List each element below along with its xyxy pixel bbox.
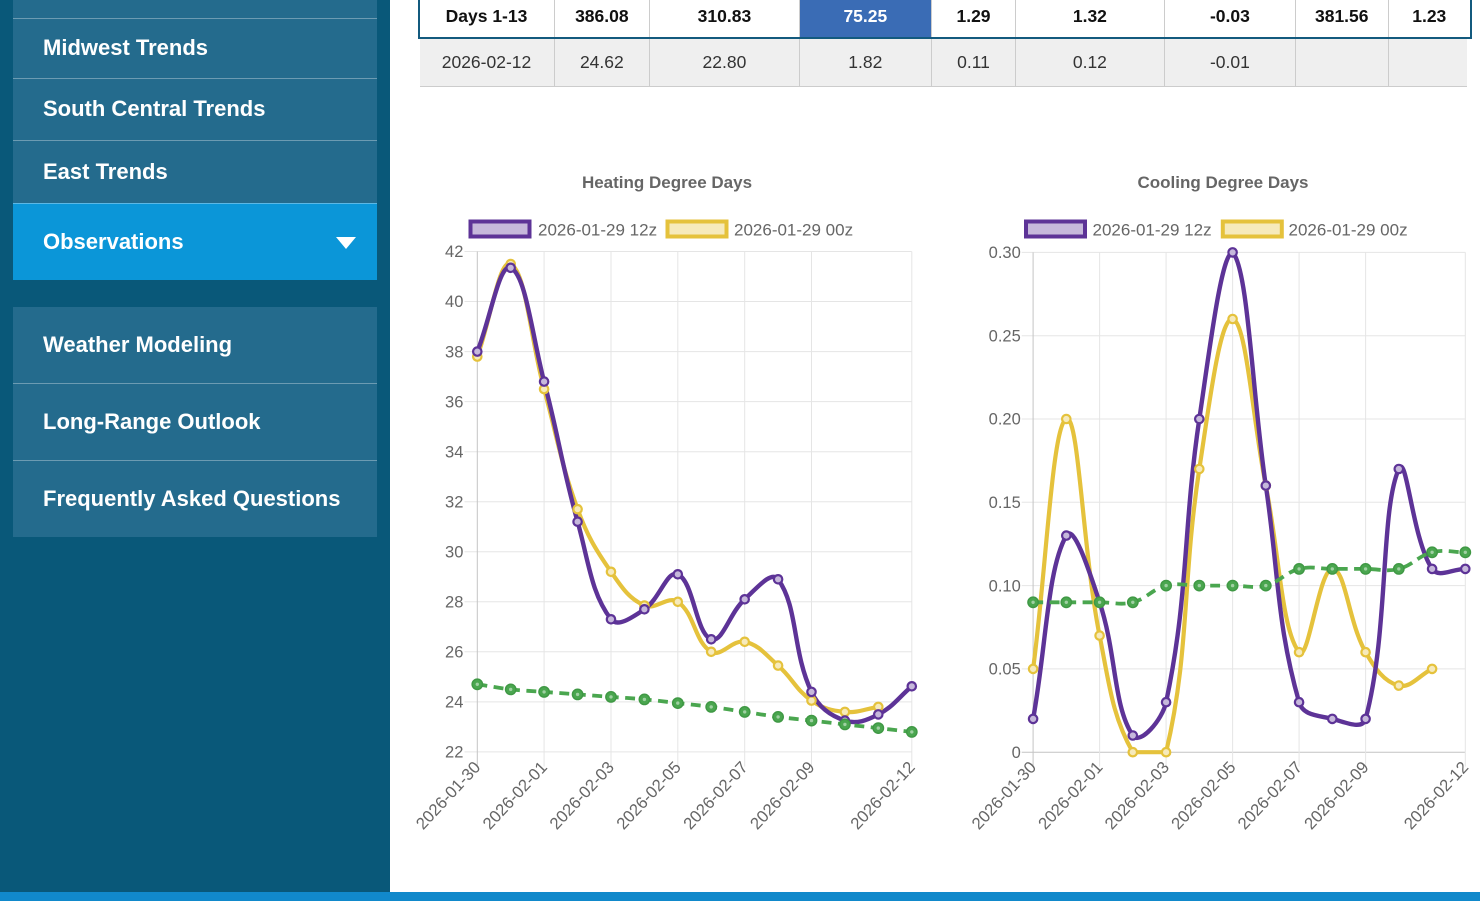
svg-text:2026-02-07: 2026-02-07	[680, 758, 752, 833]
svg-text:0.15: 0.15	[989, 494, 1021, 512]
svg-text:40: 40	[445, 293, 463, 311]
svg-text:2026-02-03: 2026-02-03	[546, 758, 618, 833]
svg-text:2026-02-07: 2026-02-07	[1234, 758, 1306, 833]
svg-text:42: 42	[445, 243, 463, 261]
svg-text:0.05: 0.05	[989, 661, 1021, 679]
svg-text:0.20: 0.20	[989, 411, 1021, 429]
svg-text:22: 22	[445, 744, 463, 762]
svg-text:2026-02-03: 2026-02-03	[1101, 758, 1173, 833]
svg-text:30: 30	[445, 543, 463, 561]
svg-text:2026-01-29 12z: 2026-01-29 12z	[538, 221, 657, 240]
svg-text:24: 24	[445, 694, 463, 712]
svg-text:0.10: 0.10	[989, 577, 1021, 595]
svg-text:2026-02-01: 2026-02-01	[479, 758, 551, 833]
svg-text:32: 32	[445, 493, 463, 511]
svg-text:2026-02-12: 2026-02-12	[1400, 758, 1472, 833]
svg-text:38: 38	[445, 343, 463, 361]
svg-text:Cooling Degree Days: Cooling Degree Days	[1138, 173, 1309, 192]
svg-text:2026-01-29 00z: 2026-01-29 00z	[1289, 221, 1408, 240]
svg-text:2026-01-30: 2026-01-30	[968, 758, 1040, 833]
svg-text:Heating Degree Days: Heating Degree Days	[582, 173, 752, 192]
svg-text:2026-01-29 00z: 2026-01-29 00z	[734, 221, 853, 240]
svg-text:26: 26	[445, 644, 463, 662]
svg-text:2026-02-01: 2026-02-01	[1034, 758, 1106, 833]
svg-text:36: 36	[445, 393, 463, 411]
svg-text:34: 34	[445, 443, 463, 461]
svg-text:0: 0	[1012, 744, 1021, 762]
svg-text:2026-02-09: 2026-02-09	[746, 758, 818, 833]
svg-text:2026-02-05: 2026-02-05	[613, 758, 685, 833]
svg-text:0.30: 0.30	[989, 244, 1021, 262]
svg-text:0.25: 0.25	[989, 327, 1021, 345]
svg-text:2026-01-30: 2026-01-30	[412, 758, 484, 833]
svg-text:28: 28	[445, 594, 463, 612]
svg-text:2026-01-29 12z: 2026-01-29 12z	[1093, 221, 1212, 240]
svg-text:2026-02-05: 2026-02-05	[1167, 758, 1239, 833]
svg-text:2026-02-09: 2026-02-09	[1300, 758, 1372, 833]
svg-text:2026-02-12: 2026-02-12	[847, 758, 919, 833]
